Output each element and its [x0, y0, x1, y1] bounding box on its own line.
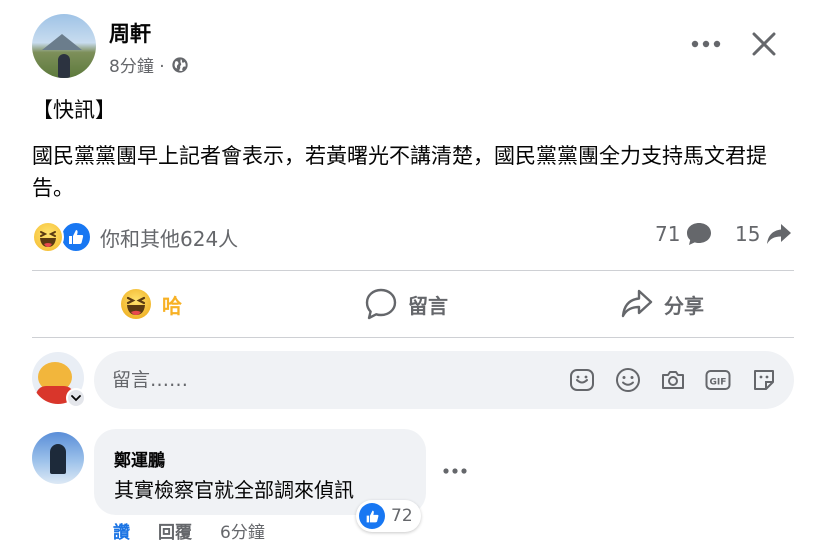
haha-icon	[32, 221, 64, 253]
share-icon	[621, 289, 653, 318]
reaction-count-text[interactable]: 你和其他624人	[100, 223, 238, 252]
like-icon	[359, 503, 385, 529]
post-text: 國民黨黨團早上記者會表示，若黃曙光不講清楚，國民黨黨團全力支持馬文君提告。	[32, 144, 767, 200]
share-arrow-icon	[767, 224, 792, 244]
comment-reactions[interactable]: 72	[356, 500, 421, 532]
commenter-avatar[interactable]	[32, 432, 84, 484]
comment-text: 其實檢察官就全部調來偵訊	[114, 478, 354, 502]
comment-time[interactable]: 6分鐘	[220, 518, 265, 543]
post-meta: 8分鐘 ·	[109, 52, 189, 77]
shares-count[interactable]: 15	[735, 222, 792, 246]
reactions-summary[interactable]: 你和其他624人	[32, 220, 238, 254]
post-card: 周軒 8分鐘 · 【快訊】 國民黨黨團早上記者會表示，若黃曙光不講清楚，國民黨黨…	[0, 0, 820, 557]
shares-count-value: 15	[735, 222, 761, 246]
globe-icon	[171, 56, 188, 73]
comment-actions: 讚 回覆 6分鐘	[113, 517, 265, 543]
emoji-icon[interactable]	[614, 366, 642, 394]
avatar-sticker-icon[interactable]	[750, 366, 778, 394]
post-time[interactable]: 8分鐘 ·	[109, 52, 165, 77]
comment-bubble-icon	[687, 223, 712, 245]
like-icon	[60, 221, 92, 253]
close-icon[interactable]	[748, 28, 780, 60]
more-options-button[interactable]	[690, 34, 722, 54]
author-name[interactable]: 周軒	[109, 18, 151, 48]
comments-count[interactable]: 71	[655, 222, 712, 246]
gif-icon[interactable]: GIF	[704, 366, 732, 394]
comment-input[interactable]	[112, 365, 532, 395]
more-dots-icon	[691, 40, 721, 48]
sticker-icon[interactable]	[568, 366, 596, 394]
comment-likes-count: 72	[391, 506, 413, 526]
divider-bottom	[32, 337, 794, 338]
comment-button-label: 留言	[408, 293, 448, 318]
share-button-label: 分享	[664, 293, 704, 318]
share-button[interactable]: 分享	[620, 282, 704, 326]
chevron-down-icon[interactable]	[66, 388, 86, 408]
author-avatar[interactable]	[32, 14, 96, 78]
haha-icon	[121, 289, 151, 319]
comment-like-button[interactable]: 讚	[113, 518, 130, 543]
haha-react-button[interactable]: 哈	[120, 282, 182, 326]
comment-options-button[interactable]	[441, 462, 469, 480]
camera-icon[interactable]	[659, 366, 687, 394]
comment-button[interactable]: 留言	[364, 282, 448, 326]
comment-composer[interactable]: GIF	[94, 351, 794, 409]
comment-reply-button[interactable]: 回覆	[158, 518, 192, 543]
divider-top	[32, 270, 794, 271]
haha-react-label: 哈	[162, 293, 182, 318]
comment-icon	[365, 288, 397, 320]
comments-count-value: 71	[655, 222, 681, 246]
post-tag-line: 【快訊】	[32, 98, 116, 122]
more-dots-icon	[443, 468, 467, 474]
commenter-name[interactable]: 鄭運鵬	[114, 446, 165, 471]
svg-text:GIF: GIF	[710, 377, 727, 387]
